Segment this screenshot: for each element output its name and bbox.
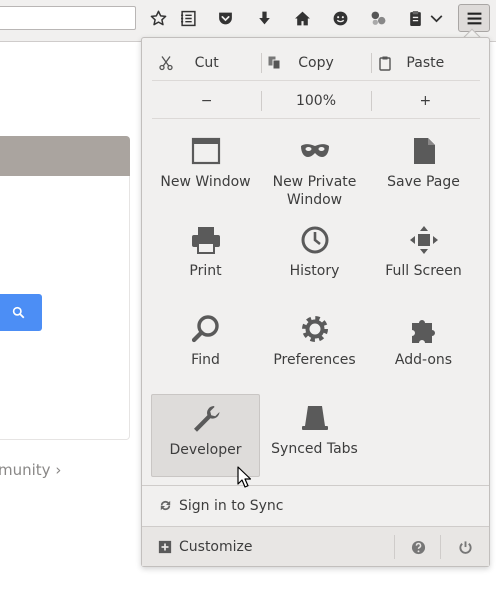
find-button[interactable]: Find <box>151 305 260 389</box>
bookmarks-menu-icon[interactable] <box>175 6 201 30</box>
tile-label: Save Page <box>387 174 460 190</box>
add-ons-button[interactable]: Add-ons <box>369 305 478 389</box>
full-screen-icon <box>409 226 438 254</box>
developer-button[interactable]: Developer <box>151 394 260 477</box>
quit-button[interactable] <box>447 527 483 567</box>
mouse-pointer-icon <box>237 466 251 488</box>
zoom-in-button[interactable]: + <box>370 83 480 118</box>
extension-balls-icon[interactable] <box>365 6 391 30</box>
scissors-icon <box>159 56 173 71</box>
home-icon[interactable] <box>289 6 315 30</box>
paste-icon <box>378 56 391 71</box>
tile-label: New Window <box>160 174 251 190</box>
preferences-button[interactable]: Preferences <box>260 305 369 389</box>
tile-label: Print <box>189 263 222 279</box>
plus-box-icon <box>158 540 172 553</box>
hamburger-menu-icon <box>467 12 481 24</box>
page-search-button[interactable] <box>0 294 42 331</box>
bookmark-star-icon[interactable] <box>145 6 171 30</box>
copy-button[interactable]: Copy <box>261 45 370 80</box>
cut-button[interactable]: Cut <box>152 45 261 80</box>
tile-label: History <box>289 263 340 279</box>
tile-label: Add-ons <box>394 352 453 368</box>
tile-label: Preferences <box>273 352 356 368</box>
chat-face-icon[interactable] <box>327 6 353 30</box>
open-menu-button[interactable] <box>458 4 490 32</box>
search-field[interactable] <box>0 6 136 30</box>
zoom-reset-button[interactable]: 100% <box>261 83 370 118</box>
customize-label: Customize <box>179 538 253 555</box>
gear-icon <box>301 316 328 342</box>
new-window-button[interactable]: New Window <box>151 127 260 211</box>
paste-button[interactable]: Paste <box>370 45 480 80</box>
save-page-icon <box>413 138 435 164</box>
zoom-controls: − 100% + <box>152 83 480 119</box>
help-button[interactable] <box>400 527 436 567</box>
help-icon <box>411 540 425 554</box>
sync-icon <box>160 500 171 511</box>
navigation-toolbar <box>0 0 496 42</box>
tile-label: Find <box>191 352 220 368</box>
new-private-window-button[interactable]: New Private Window <box>260 127 369 211</box>
puzzle-icon <box>411 320 435 343</box>
chevron-down-icon[interactable] <box>426 6 446 30</box>
history-button[interactable]: History <box>260 216 369 300</box>
search-icon <box>12 306 24 319</box>
cut-label: Cut <box>194 54 219 71</box>
zoom-out-button[interactable]: − <box>152 83 261 118</box>
clock-icon <box>301 226 328 254</box>
synced-tabs-button[interactable]: Synced Tabs <box>260 394 369 478</box>
community-link[interactable]: munity › <box>0 461 61 479</box>
sign-in-to-sync-button[interactable]: Sign in to Sync <box>142 485 489 525</box>
clipboard-extension-icon[interactable] <box>402 6 428 30</box>
zoom-level: 100% <box>295 92 336 109</box>
paste-label: Paste <box>406 54 445 71</box>
tile-label: Synced Tabs <box>271 441 358 457</box>
zoom-out-label: − <box>200 92 213 109</box>
edit-controls: Cut Copy Paste <box>152 45 480 81</box>
printer-icon <box>191 227 220 254</box>
copy-icon <box>268 56 281 70</box>
page-card <box>0 136 130 440</box>
new-window-icon <box>191 137 220 165</box>
magnifier-icon <box>191 315 219 343</box>
copy-label: Copy <box>298 54 334 71</box>
footer-divider <box>394 535 395 559</box>
tile-label: New Private Window <box>272 174 357 208</box>
tile-label: Developer <box>169 442 242 458</box>
mask-icon <box>300 144 329 157</box>
page-card-header <box>0 136 130 176</box>
customize-button[interactable]: Customize <box>158 539 253 555</box>
tile-label: Full Screen <box>385 263 462 279</box>
zoom-in-label: + <box>419 92 432 109</box>
wrench-icon <box>193 406 219 432</box>
footer-divider <box>440 535 441 559</box>
synced-tabs-icon <box>301 406 328 430</box>
power-icon <box>458 540 472 554</box>
print-button[interactable]: Print <box>151 216 260 300</box>
downloads-icon[interactable] <box>251 6 277 30</box>
sync-label: Sign in to Sync <box>179 497 284 514</box>
pocket-icon[interactable] <box>212 6 238 30</box>
save-page-button[interactable]: Save Page <box>369 127 478 211</box>
menu-footer: Customize <box>142 526 489 566</box>
full-screen-button[interactable]: Full Screen <box>369 216 478 300</box>
